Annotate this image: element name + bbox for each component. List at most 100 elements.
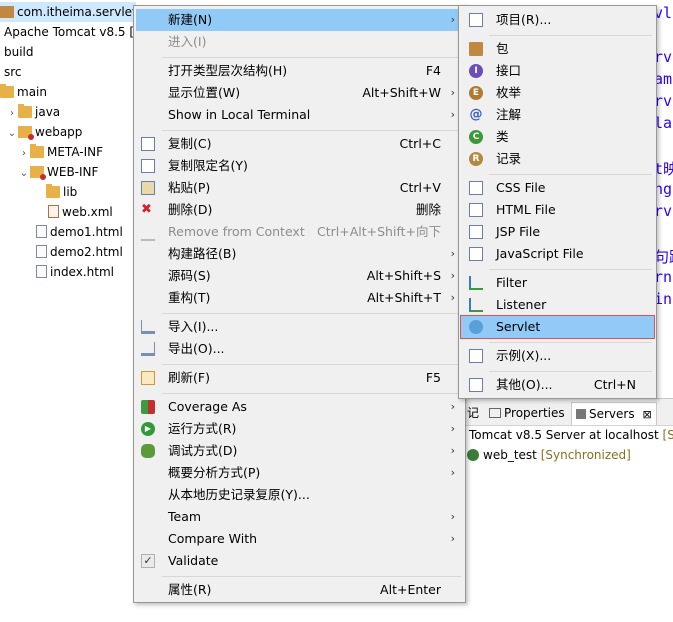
enum-icon: E	[469, 86, 483, 100]
tree-item-tomcat[interactable]: Apache Tomcat v8.5 [A	[4, 22, 142, 42]
menu-item-import[interactable]: 导入(I)...	[136, 316, 463, 338]
submenu-item-label: 其他(O)...	[496, 377, 553, 392]
class-icon: C	[469, 130, 483, 144]
submenu-item-label: 包	[496, 41, 509, 56]
expand-icon[interactable]: ›	[6, 104, 18, 124]
menu-separator	[162, 364, 461, 365]
folder-icon	[18, 104, 32, 118]
menu-separator	[162, 393, 461, 394]
menu-item-paste[interactable]: 粘贴(P) Ctrl+V	[136, 177, 463, 199]
submenu-item-example[interactable]: 示例(X)...	[461, 345, 654, 367]
submenu-item-listener[interactable]: Listener	[461, 294, 654, 316]
menu-item-compare-with[interactable]: Compare With ›	[136, 528, 463, 550]
menu-item-run-as[interactable]: ▶ 运行方式(R) ›	[136, 418, 463, 440]
remove-context-icon	[141, 225, 155, 241]
menu-separator	[162, 57, 461, 58]
paste-icon	[141, 181, 155, 195]
tree-item-src[interactable]: src	[4, 62, 22, 82]
menu-item-refresh[interactable]: 刷新(F) F5	[136, 367, 463, 389]
submenu-item-html-file[interactable]: HTML File	[461, 199, 654, 221]
server-status: [St	[662, 428, 673, 442]
submenu-item-jsp-file[interactable]: JSP File	[461, 221, 654, 243]
menu-item-coverage-as[interactable]: Coverage As ›	[136, 396, 463, 418]
menu-item-go-into[interactable]: 进入(I)	[136, 31, 463, 53]
tree-item-lib[interactable]: lib	[46, 182, 77, 202]
shortcut-label: Ctrl+V	[399, 180, 441, 195]
project-icon	[469, 13, 483, 27]
menu-item-restore-local-history[interactable]: 从本地历史记录复原(Y)...	[136, 484, 463, 506]
folder-icon	[30, 144, 44, 158]
collapse-icon[interactable]: ⌄	[18, 164, 30, 184]
tree-item-java[interactable]: › java	[6, 102, 60, 122]
menu-item-label: 新建(N)	[168, 12, 213, 27]
tab-properties[interactable]: Properties	[489, 402, 565, 424]
menu-item-export[interactable]: 导出(O)...	[136, 338, 463, 360]
menu-separator	[162, 313, 461, 314]
menu-item-profile-as[interactable]: 概要分析方式(P) ›	[136, 462, 463, 484]
menu-item-label: 源码(S)	[168, 268, 211, 283]
menu-item-refactor[interactable]: 重构(T) Alt+Shift+T ›	[136, 287, 463, 309]
menu-item-validate[interactable]: ✓ Validate	[136, 550, 463, 572]
tab-markers[interactable]: 记	[467, 402, 479, 424]
menu-item-debug-as[interactable]: 调试方式(D) ›	[136, 440, 463, 462]
menu-item-new[interactable]: 新建(N) ›	[136, 9, 463, 31]
submenu-item-css-file[interactable]: CSS File	[461, 177, 654, 199]
submenu-item-package[interactable]: 包	[461, 38, 654, 60]
menu-item-show-in[interactable]: 显示位置(W) Alt+Shift+W ›	[136, 82, 463, 104]
tree-item-web-xml[interactable]: web.xml	[48, 202, 113, 222]
menu-item-remove-from-context[interactable]: Remove from Context Ctrl+Alt+Shift+向下	[136, 221, 463, 243]
submenu-item-annotation[interactable]: @ 注解	[461, 104, 654, 126]
expand-icon[interactable]: ›	[18, 144, 30, 164]
menu-item-delete[interactable]: ✖ 删除(D) 删除	[136, 199, 463, 221]
coverage-icon	[141, 400, 155, 414]
menu-item-build-path[interactable]: 构建路径(B) ›	[136, 243, 463, 265]
run-icon: ▶	[141, 422, 155, 436]
tree-item-label: java	[35, 105, 61, 119]
server-row-tomcat[interactable]: Tomcat v8.5 Server at localhost [St	[469, 425, 673, 445]
menu-item-open-type-hierarchy[interactable]: 打开类型层次结构(H) F4	[136, 60, 463, 82]
tree-item-label: src	[4, 65, 22, 79]
submenu-item-record[interactable]: R 记录	[461, 148, 654, 170]
close-icon[interactable]: ⊠	[642, 408, 651, 421]
server-row-web-test[interactable]: web_test [Synchronized]	[467, 445, 631, 465]
submenu-item-interface[interactable]: I 接口	[461, 60, 654, 82]
properties-icon	[489, 408, 501, 418]
tree-item-index[interactable]: index.html	[36, 262, 114, 282]
folder-icon	[46, 184, 60, 198]
html-file-icon	[36, 265, 47, 278]
menu-item-team[interactable]: Team ›	[136, 506, 463, 528]
submenu-item-other[interactable]: 其他(O)... Ctrl+N	[461, 374, 654, 396]
submenu-item-project[interactable]: 项目(R)...	[461, 9, 654, 31]
menu-separator	[162, 130, 461, 131]
collapse-icon[interactable]: ⌄	[6, 124, 18, 144]
menu-item-copy[interactable]: 复制(C) Ctrl+C	[136, 133, 463, 155]
tree-item-main[interactable]: main	[0, 82, 47, 102]
menu-item-copy-qualified-name[interactable]: 复制限定名(Y)	[136, 155, 463, 177]
tree-item-web-inf[interactable]: ⌄ WEB-INF	[18, 162, 98, 182]
tree-item-demo2[interactable]: demo2.html	[36, 242, 123, 262]
tree-item-meta-inf[interactable]: › META-INF	[18, 142, 103, 162]
tree-item-label: webapp	[35, 125, 83, 139]
submenu-item-servlet[interactable]: Servlet	[460, 315, 655, 339]
menu-item-label: 构建路径(B)	[168, 246, 237, 261]
tree-item-label: main	[17, 85, 47, 99]
chevron-right-icon: ›	[450, 13, 455, 26]
tree-item-label: lib	[63, 185, 78, 199]
example-icon	[469, 349, 483, 363]
tree-item-servlet-package[interactable]: com.itheima.servlet	[0, 2, 137, 22]
shortcut-label: Ctrl+Alt+Shift+向下	[317, 224, 441, 239]
tree-item-demo1[interactable]: demo1.html	[36, 222, 123, 242]
submenu-item-filter[interactable]: Filter	[461, 272, 654, 294]
tree-item-webapp[interactable]: ⌄ webapp	[6, 122, 82, 142]
html-file-icon	[36, 225, 47, 238]
menu-item-source[interactable]: 源码(S) Alt+Shift+S ›	[136, 265, 463, 287]
submenu-item-label: 注解	[496, 107, 522, 122]
submenu-item-class[interactable]: C 类	[461, 126, 654, 148]
submenu-item-javascript-file[interactable]: JavaScript File	[461, 243, 654, 265]
server-row-label: web_test	[483, 448, 537, 462]
tree-item-build[interactable]: build	[4, 42, 34, 62]
tab-servers[interactable]: Servers ⊠	[571, 402, 657, 425]
menu-item-show-in-terminal[interactable]: Show in Local Terminal ›	[136, 104, 463, 126]
submenu-item-enum[interactable]: E 枚举	[461, 82, 654, 104]
menu-item-properties[interactable]: 属性(R) Alt+Enter	[136, 579, 463, 601]
